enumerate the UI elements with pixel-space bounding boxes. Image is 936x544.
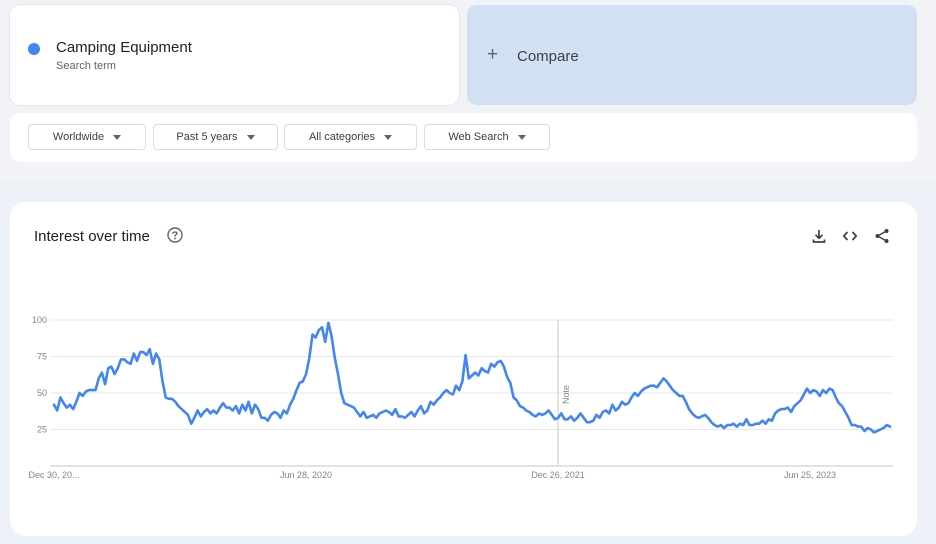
x-tick-label: Dec 26, 2021 — [531, 470, 585, 480]
y-tick-label: 75 — [37, 352, 47, 362]
y-tick-label: 50 — [37, 388, 47, 398]
note-annotation-label: Note — [561, 385, 571, 404]
x-tick-label: Dec 30, 20... — [28, 470, 79, 480]
interest-line-chart: 100 75 50 25 Dec 30, 20... Jun 28, 2020 Dec 26… — [28, 315, 893, 480]
x-tick-label: Jun 28, 2020 — [280, 470, 332, 480]
series-line-0[interactable] — [52, 321, 892, 434]
x-tick-label: Jun 25, 2023 — [784, 470, 836, 480]
y-tick-label: 100 — [32, 315, 47, 325]
y-tick-label: 25 — [37, 425, 47, 435]
